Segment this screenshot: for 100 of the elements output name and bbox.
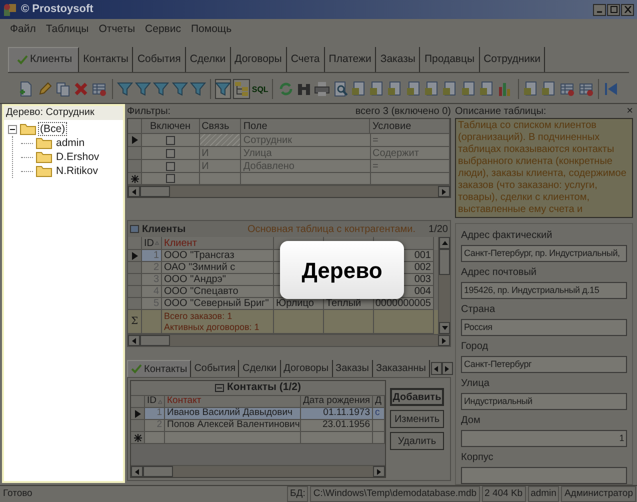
scroll-thumb[interactable] [140, 186, 170, 197]
table-cell: Попов Алексей Валентинович [165, 420, 301, 432]
tree-item[interactable]: (Все) [39, 123, 66, 135]
menu-item[interactable]: Файл [10, 22, 36, 38]
close-button[interactable]: × [626, 106, 633, 116]
text-field[interactable]: 1 [461, 430, 627, 447]
scroll-thumb[interactable] [143, 466, 173, 477]
app-icon [3, 2, 17, 16]
checkbox[interactable] [166, 162, 175, 170]
tab[interactable]: События [191, 360, 240, 377]
row-indicator[interactable] [131, 432, 145, 444]
tab[interactable]: Продавцы [420, 47, 480, 72]
filter-icon [116, 81, 133, 97]
text-field[interactable]: Санкт-Петербург [461, 356, 627, 373]
row-indicator[interactable] [128, 286, 142, 298]
filter-icon [190, 81, 206, 97]
minimize-button[interactable] [593, 4, 606, 16]
row-indicator[interactable] [128, 262, 142, 274]
checkbox[interactable] [166, 148, 175, 158]
action-button[interactable]: Удалить [390, 432, 444, 450]
toolbar-button[interactable] [215, 79, 232, 99]
tab[interactable]: Сотрудники [480, 47, 546, 72]
tab[interactable]: Договоры [230, 47, 287, 72]
toolbar-button[interactable] [18, 79, 34, 99]
text-field[interactable]: Индустриальный [461, 393, 627, 410]
scroll-up-button[interactable] [439, 237, 450, 249]
row-indicator[interactable] [131, 408, 145, 420]
tab[interactable]: Контакты [127, 360, 192, 377]
tab[interactable]: Заказы [332, 360, 373, 377]
horizontal-scrollbar[interactable] [128, 334, 450, 346]
scroll-right-button[interactable] [373, 466, 385, 477]
scroll-left-button[interactable] [128, 186, 140, 197]
tab-scroll-left-button[interactable] [430, 362, 442, 375]
tab[interactable]: Контакты [79, 47, 134, 72]
arrow-left-icon [434, 366, 438, 372]
row-indicator[interactable] [128, 298, 142, 310]
tree-item[interactable]: N.Ritikov [55, 165, 100, 177]
maximize-button[interactable] [607, 4, 620, 16]
new-document-icon [18, 81, 34, 97]
scroll-left-button[interactable] [131, 466, 143, 477]
tree-item[interactable]: admin [55, 137, 86, 149]
hint-popup: Дерево [280, 241, 404, 299]
row-indicator[interactable] [128, 173, 142, 186]
toolbar-button[interactable] [233, 79, 250, 99]
toolbar-button[interactable] [314, 79, 330, 99]
arrow-right-icon [445, 366, 450, 372]
tree-item[interactable]: D.Ershov [55, 151, 100, 163]
toolbar-button[interactable]: SQL [252, 79, 268, 99]
menu-item[interactable]: Сервис [145, 22, 181, 38]
export-icon [541, 81, 557, 97]
menu-item[interactable]: Таблицы [46, 22, 89, 38]
vertical-scrollbar[interactable] [438, 237, 450, 334]
tab[interactable]: Клиенты [8, 47, 80, 72]
toolbar-button[interactable] [332, 79, 349, 99]
scroll-thumb[interactable] [140, 335, 170, 346]
row-indicator[interactable] [128, 250, 142, 262]
row-indicator[interactable] [128, 134, 142, 147]
horizontal-scrollbar[interactable] [131, 465, 385, 477]
text-field[interactable]: 195426, пр. Индустриальный д.15 [461, 282, 627, 299]
scroll-thumb[interactable] [439, 249, 450, 275]
export-icon [387, 81, 404, 97]
row-indicator[interactable] [131, 420, 145, 432]
field-label: Корпус [461, 451, 494, 465]
scroll-down-button[interactable] [439, 322, 450, 334]
copy-icon [54, 81, 71, 97]
checkbox[interactable] [166, 174, 175, 184]
action-button[interactable]: Добавить [390, 388, 444, 406]
total-text: Всего заказов: 1 [164, 310, 234, 322]
close-button[interactable] [621, 4, 634, 16]
tab[interactable]: Договоры [280, 360, 333, 377]
row-indicator[interactable] [128, 147, 142, 160]
row-indicator[interactable] [128, 160, 142, 173]
field-label: Адрес почтовый [461, 266, 538, 280]
text-field[interactable]: Санкт-Петербург, пр. Индустриальный, [461, 245, 627, 262]
export-icon [369, 81, 386, 97]
menu-item[interactable]: Помощь [190, 22, 232, 38]
tab[interactable]: Сделки [186, 47, 231, 72]
scroll-right-button[interactable] [438, 186, 450, 197]
table-cell: 0000000005 [374, 298, 434, 310]
scroll-right-button[interactable] [438, 335, 450, 346]
menu-item[interactable]: Отчеты [98, 22, 136, 38]
text-field[interactable]: Россия [461, 319, 627, 336]
action-button[interactable]: Изменить [390, 410, 444, 428]
status-panel: 2 404 Kb [482, 486, 526, 502]
row-indicator[interactable] [128, 274, 142, 286]
tab-scroll-right-button[interactable] [442, 362, 453, 375]
scroll-left-button[interactable] [128, 335, 140, 346]
tab[interactable]: Платежи [324, 47, 376, 72]
tab[interactable]: Счета [286, 47, 325, 72]
tab[interactable]: События [133, 47, 186, 72]
tab[interactable]: Заказы [376, 47, 420, 72]
horizontal-scrollbar[interactable] [128, 185, 450, 197]
scroll-left-icon [132, 188, 136, 195]
table-cell [301, 432, 373, 444]
tab[interactable]: Заказанны [372, 360, 430, 377]
table-cell: = [370, 160, 450, 173]
text-field[interactable] [461, 467, 627, 484]
collapse-icon[interactable] [8, 124, 17, 134]
tab[interactable]: Сделки [239, 360, 281, 377]
checkbox[interactable] [166, 136, 175, 144]
